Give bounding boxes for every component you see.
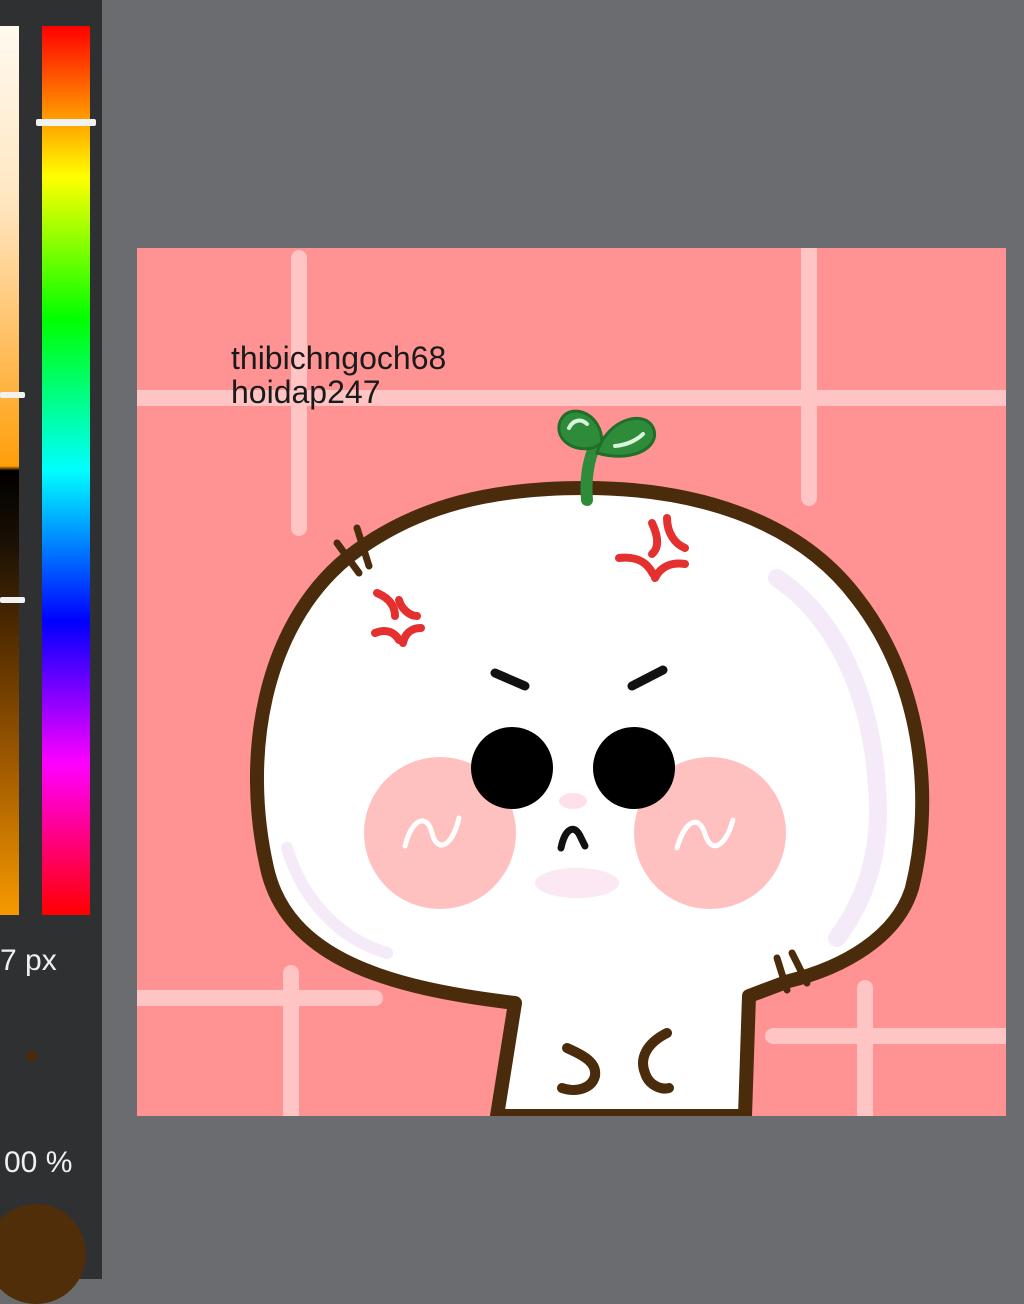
- left-tool-panel: 7 px 00 %: [0, 0, 102, 1304]
- brush-preview-dot: [26, 1051, 37, 1062]
- drawing-canvas[interactable]: thibichngoch68 hoidap247: [137, 248, 1006, 1116]
- brush-size-label[interactable]: 7 px: [0, 944, 57, 978]
- right-eye: [593, 727, 675, 809]
- saturation-handle[interactable]: [0, 392, 25, 398]
- credit-text-line2: hoidap247: [231, 374, 381, 410]
- opacity-label[interactable]: 00 %: [4, 1146, 72, 1180]
- hue-handle[interactable]: [36, 119, 96, 126]
- character-body: [249, 481, 930, 1116]
- saturation-value-slider[interactable]: [0, 26, 25, 915]
- value-handle[interactable]: [0, 597, 25, 603]
- current-color-swatch[interactable]: [0, 1204, 86, 1304]
- credit-text-line1: thibichngoch68: [231, 340, 447, 376]
- left-eye: [471, 727, 553, 809]
- hue-slider[interactable]: [36, 26, 96, 915]
